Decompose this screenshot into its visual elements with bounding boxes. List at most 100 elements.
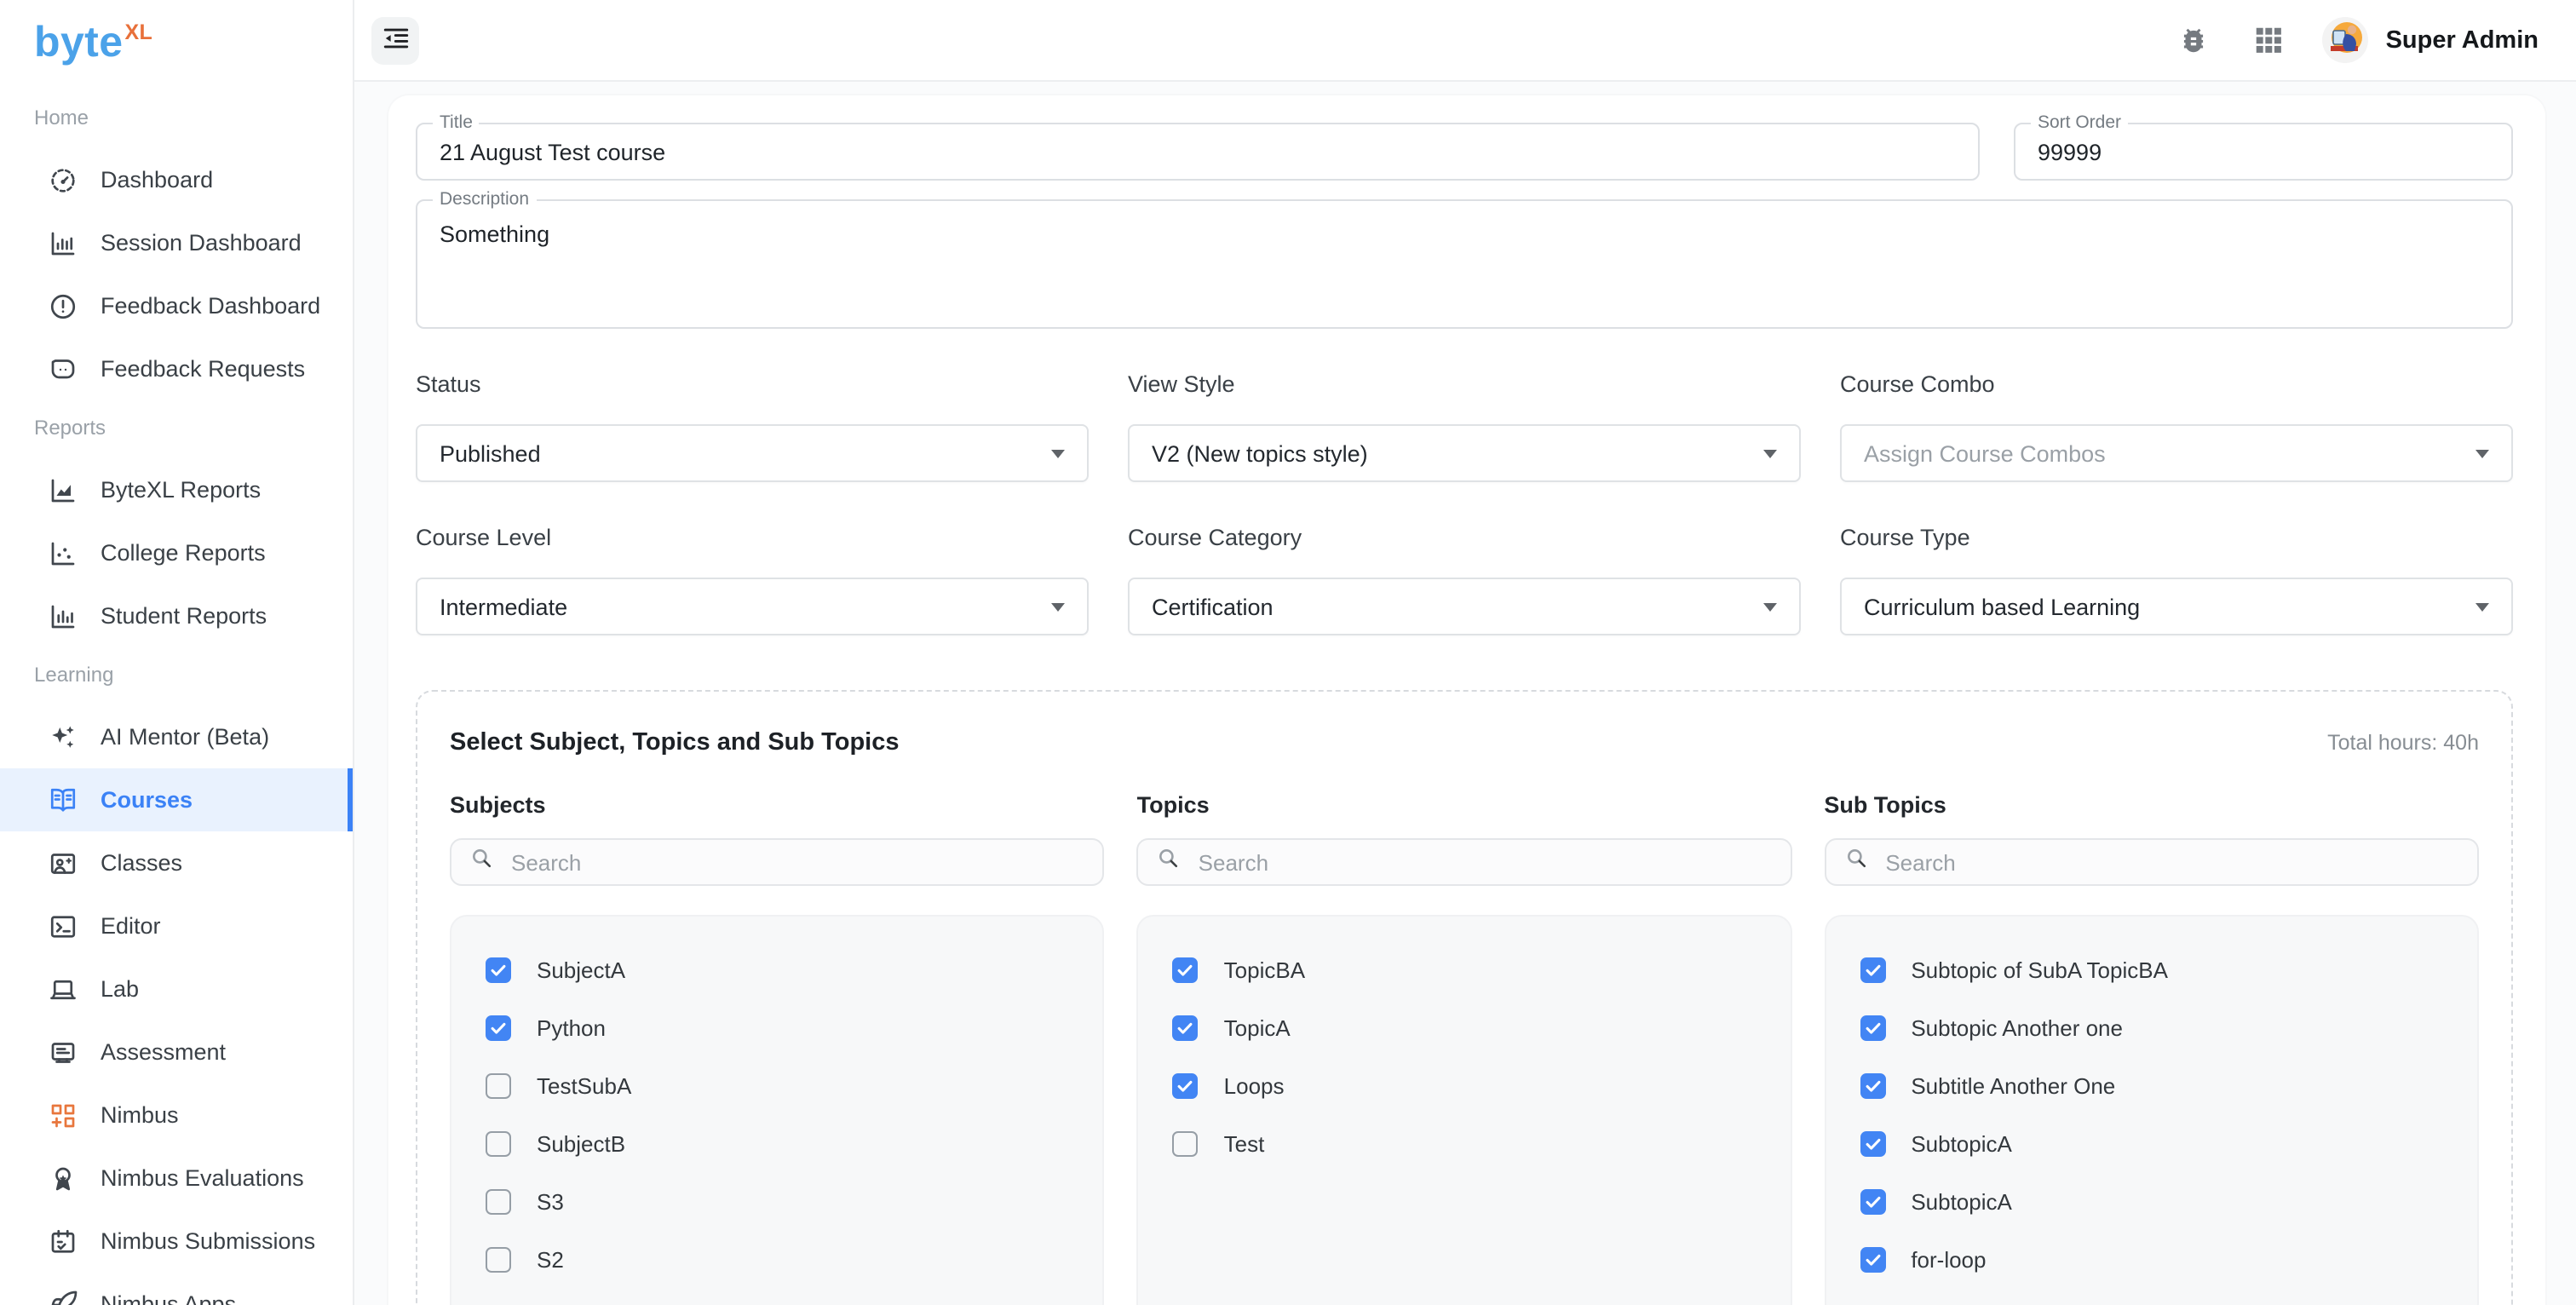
checkbox-checked[interactable] — [1860, 957, 1885, 982]
search-placeholder: Search — [1885, 849, 1955, 875]
sidebar-item-dashboard[interactable]: Dashboard — [0, 148, 353, 211]
sub-topics-list: Subtopic of SubA TopicBASubtopic Another… — [1824, 915, 2479, 1305]
course-combo-select[interactable]: Assign Course Combos — [1840, 424, 2513, 482]
sidebar-item-courses[interactable]: Courses — [0, 768, 353, 831]
bytexl-logo[interactable]: byteXL — [0, 0, 353, 75]
course-type-select[interactable]: Curriculum based Learning — [1840, 578, 2513, 635]
checkbox-checked[interactable] — [1860, 1246, 1885, 1272]
sidebar-item-label: AI Mentor (Beta) — [101, 724, 269, 750]
checkbox-checked[interactable] — [486, 1015, 511, 1040]
sidebar-item-session-dashboard[interactable]: Session Dashboard — [0, 211, 353, 274]
topics-search-input[interactable]: Search — [1137, 838, 1792, 886]
checkbox-row[interactable]: SubjectB — [486, 1114, 1103, 1172]
checkbox-unchecked[interactable] — [486, 1246, 511, 1272]
checkbox-unchecked[interactable] — [486, 1130, 511, 1156]
description-field-label: Description — [433, 191, 536, 210]
sidebar-item-bytexl-reports[interactable]: ByteXL Reports — [0, 458, 353, 521]
search-icon — [1158, 847, 1180, 877]
picker-column-topics: TopicsSearchTopicBATopicALoopsTest — [1137, 792, 1792, 1305]
user-avatar[interactable] — [2323, 17, 2369, 63]
description-field[interactable]: Description Something — [416, 199, 2513, 329]
sidebar-item-nimbus-apps[interactable]: Nimbus Apps — [0, 1273, 353, 1305]
course-form-card: Title 21 August Test course Sort Order 9… — [388, 95, 2545, 1305]
view-style-select[interactable]: V2 (New topics style) — [1128, 424, 1801, 482]
sidebar-item-label: Dashboard — [101, 167, 213, 193]
sidebar-item-feedback-dashboard[interactable]: Feedback Dashboard — [0, 274, 353, 337]
sidebar-item-nimbus[interactable]: Nimbus — [0, 1084, 353, 1147]
course-category-value: Certification — [1152, 594, 1763, 619]
checkbox-checked[interactable] — [1860, 1130, 1885, 1156]
checkbox-row[interactable]: Subtopic Another one — [1860, 998, 2477, 1056]
scatter-chart-icon — [48, 538, 78, 568]
checkbox-checked[interactable] — [1860, 1072, 1885, 1098]
checkbox-checked[interactable] — [1173, 1015, 1199, 1040]
checkbox-row[interactable]: Loops — [1173, 1056, 1791, 1114]
sort-order-field-label: Sort Order — [2031, 114, 2128, 133]
subjects-search-input[interactable]: Search — [450, 838, 1105, 886]
sidebar-item-ai-mentor-beta[interactable]: AI Mentor (Beta) — [0, 705, 353, 768]
checkbox-row[interactable]: TopicA — [1173, 998, 1791, 1056]
sidebar-item-college-reports[interactable]: College Reports — [0, 521, 353, 584]
checkbox-row[interactable]: S1 — [486, 1288, 1103, 1305]
sidebar-item-label: Courses — [101, 787, 193, 813]
course-category-select[interactable]: Certification — [1128, 578, 1801, 635]
sidebar-item-student-reports[interactable]: Student Reports — [0, 584, 353, 647]
status-select[interactable]: Published — [416, 424, 1089, 482]
course-combo-label: Course Combo — [1840, 371, 2513, 400]
checkbox-label: SubtopicA — [1911, 1130, 2012, 1156]
apps-grid-icon[interactable] — [2251, 23, 2286, 57]
checkbox-checked[interactable] — [1860, 1188, 1885, 1214]
checkbox-row[interactable]: TestSubA — [486, 1056, 1103, 1114]
nav-section-label: Learning — [34, 663, 353, 687]
medal-icon — [48, 1163, 78, 1193]
main-column: Super Admin Title 21 August Test course … — [354, 0, 2576, 1305]
checkbox-row[interactable]: SubtopicA — [1860, 1172, 2477, 1230]
checkbox-row[interactable]: Subtopic of SubA TopicBA — [1860, 940, 2477, 998]
total-hours: Total hours: 40h — [2327, 731, 2479, 755]
user-name[interactable]: Super Admin — [2386, 26, 2539, 54]
title-field[interactable]: Title 21 August Test course — [416, 123, 1980, 181]
course-level-value: Intermediate — [440, 594, 1051, 619]
status-value: Published — [440, 440, 1051, 466]
checkbox-unchecked[interactable] — [1173, 1130, 1199, 1156]
sort-order-field[interactable]: Sort Order 99999 — [2014, 123, 2513, 181]
bar-chart-icon — [48, 601, 78, 631]
sidebar-item-nimbus-submissions[interactable]: Nimbus Submissions — [0, 1210, 353, 1273]
sidebar-item-label: Assessment — [101, 1039, 226, 1065]
checkbox-checked[interactable] — [486, 957, 511, 982]
checkbox-row[interactable]: S2 — [486, 1230, 1103, 1288]
checkbox-row[interactable]: S3 — [486, 1172, 1103, 1230]
debug-icon[interactable] — [2176, 23, 2211, 57]
checkbox-row[interactable]: TopicBA — [1173, 940, 1791, 998]
checkbox-label: Loops — [1224, 1072, 1285, 1098]
sidebar-item-classes[interactable]: Classes — [0, 831, 353, 894]
checkbox-row[interactable]: SubtopicA — [1860, 1114, 2477, 1172]
rocket-icon — [48, 1289, 78, 1305]
area-chart-icon — [48, 474, 78, 505]
checkbox-row[interactable]: for-loop — [1860, 1230, 2477, 1288]
sidebar-item-nimbus-evaluations[interactable]: Nimbus Evaluations — [0, 1147, 353, 1210]
course-level-select[interactable]: Intermediate — [416, 578, 1089, 635]
sidebar-item-lab[interactable]: Lab — [0, 957, 353, 1020]
sidebar-collapse-button[interactable] — [371, 16, 419, 64]
checkbox-unchecked[interactable] — [486, 1188, 511, 1214]
sidebar-item-assessment[interactable]: Assessment — [0, 1020, 353, 1084]
checkbox-row[interactable]: Test — [1173, 1114, 1791, 1172]
checkbox-checked[interactable] — [1860, 1015, 1885, 1040]
assessment-icon — [48, 1037, 78, 1067]
picker-column-sub-topics: Sub TopicsSearchSubtopic of SubA TopicBA… — [1824, 792, 2479, 1305]
checkbox-row[interactable]: SubjectA — [486, 940, 1103, 998]
checkbox-row[interactable]: Python — [486, 998, 1103, 1056]
checkbox-row[interactable]: Subtitle Another One — [1860, 1056, 2477, 1114]
checkbox-checked[interactable] — [1173, 957, 1199, 982]
chat-bubble-icon — [48, 354, 78, 384]
sub-topics-search-input[interactable]: Search — [1824, 838, 2479, 886]
checkbox-label: TestSubA — [537, 1072, 631, 1098]
checkbox-checked[interactable] — [1173, 1072, 1199, 1098]
checkbox-label: S2 — [537, 1246, 564, 1272]
sidebar-item-editor[interactable]: Editor — [0, 894, 353, 957]
checkbox-unchecked[interactable] — [486, 1072, 511, 1098]
subject-topic-picker: Select Subject, Topics and Sub Topics To… — [416, 690, 2513, 1305]
sidebar-item-feedback-requests[interactable]: Feedback Requests — [0, 337, 353, 400]
checkbox-label: TopicA — [1224, 1015, 1291, 1040]
